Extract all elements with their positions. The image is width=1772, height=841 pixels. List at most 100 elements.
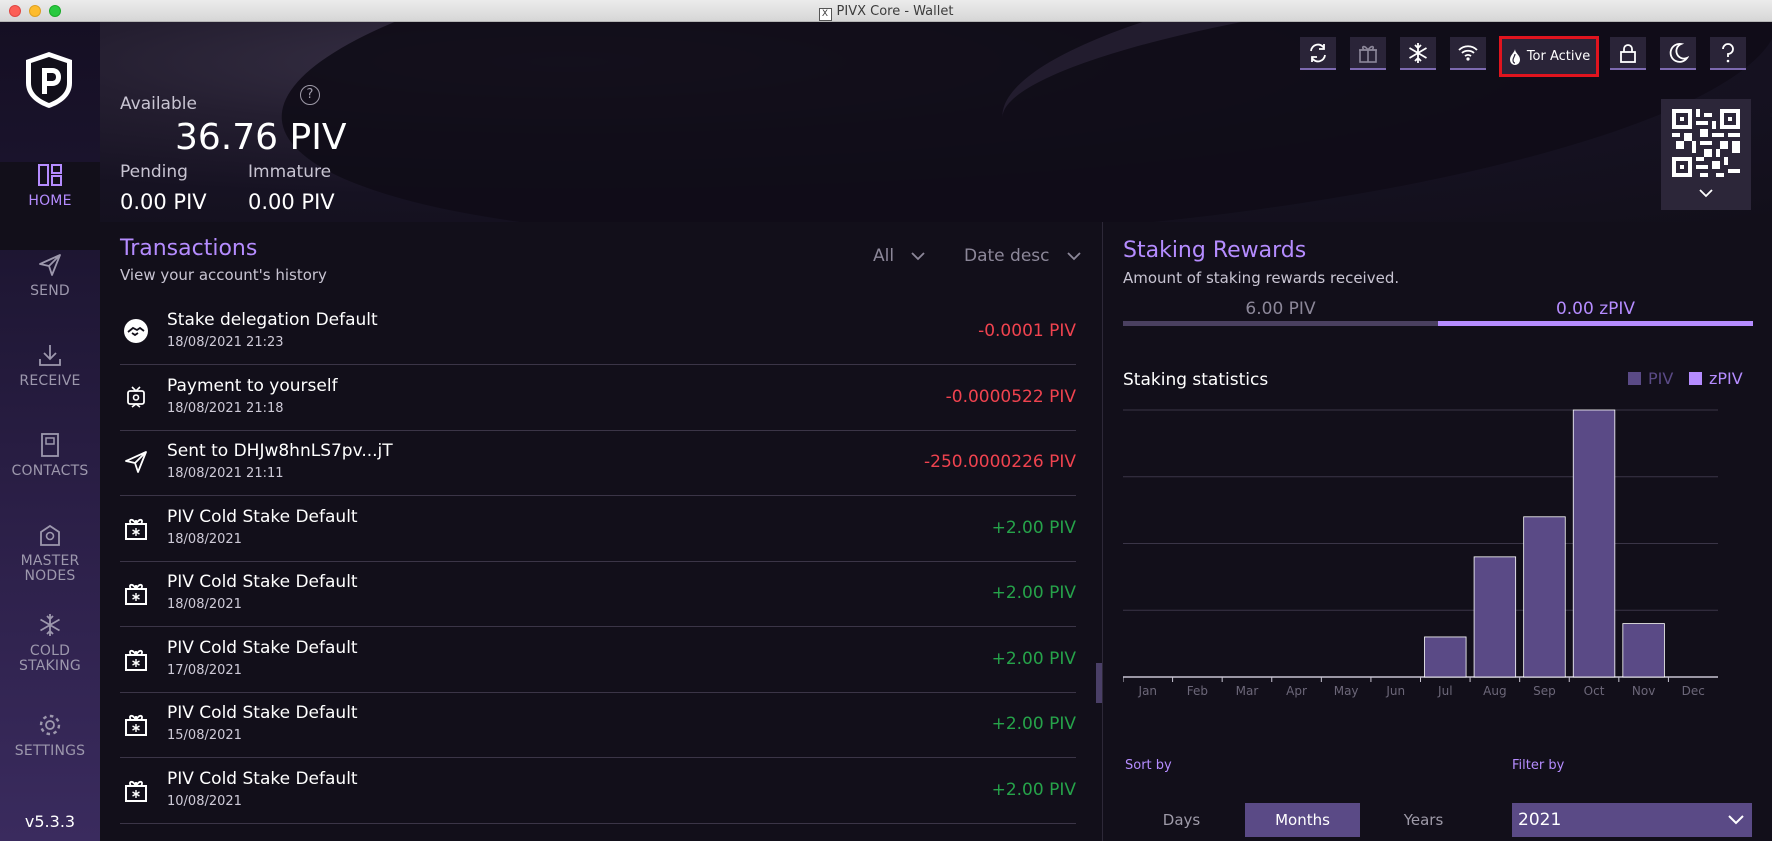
transaction-title: PIV Cold Stake Default (167, 506, 358, 527)
gift-icon (122, 514, 150, 542)
sidebar-item-cold-staking[interactable]: COLD STAKING (0, 612, 100, 700)
x-tick-label: Mar (1236, 684, 1259, 698)
transaction-row[interactable]: PIV Cold Stake Default 17/08/2021 +2.00 PI… (120, 628, 1076, 693)
x-tick-label: Aug (1483, 684, 1506, 698)
transactions-subtitle: View your account's history (120, 266, 327, 284)
masternode-icon (40, 524, 60, 546)
type-filter-value: All (873, 246, 895, 266)
transaction-date: 18/08/2021 (167, 597, 242, 612)
tab-piv-rewards[interactable]: 6.00 PIV (1123, 299, 1438, 319)
qr-code-icon (1672, 109, 1740, 177)
sidebar-label-send: SEND (30, 283, 70, 299)
staking-stats-title: Staking statistics (1123, 370, 1269, 390)
sidebar-item-receive[interactable]: RECEIVE (0, 342, 100, 430)
legend-piv-swatch (1628, 372, 1641, 385)
sidebar-item-contacts[interactable]: CONTACTS (0, 432, 100, 520)
sync-icon (1310, 43, 1326, 62)
sidebar-label-contacts: CONTACTS (11, 463, 89, 479)
sidebar-item-send[interactable]: SEND (0, 252, 100, 340)
gift-icon (122, 710, 150, 738)
x-tick-label: Dec (1682, 684, 1705, 698)
chevron-down-icon (1728, 815, 1744, 825)
sidebar-item-masternodes[interactable]: MASTER NODES (0, 522, 100, 610)
tor-status-button[interactable]: Tor Active (1499, 36, 1599, 77)
help-button[interactable] (1710, 37, 1746, 70)
transaction-amount: -250.0000226 PIV (924, 452, 1076, 472)
chart-bar-sep (1523, 516, 1566, 678)
sidebar-item-settings[interactable]: SETTINGS (0, 712, 100, 800)
year-filter-select[interactable]: 2021 (1512, 803, 1752, 837)
sidebar-label-home: HOME (28, 193, 72, 209)
sort-by-label: Sort by (1125, 758, 1172, 773)
sort-days-button[interactable]: Days (1123, 803, 1240, 837)
pivx-logo (26, 52, 72, 108)
transaction-row[interactable]: PIV Cold Stake Default 15/08/2021 +2.00 PI… (120, 693, 1076, 758)
sort-dropdown[interactable]: Date desc (964, 246, 1081, 266)
address-book-icon (41, 433, 59, 457)
x-tick-label: Apr (1286, 684, 1307, 698)
send-icon (39, 254, 61, 276)
gear-icon (39, 714, 61, 736)
tor-status-label: Tor Active (1526, 49, 1591, 64)
transaction-amount: -0.0001 PIV (978, 321, 1076, 341)
sort-years-button[interactable]: Years (1365, 803, 1482, 837)
theme-button[interactable] (1660, 37, 1696, 70)
transaction-title: Payment to yourself (167, 375, 338, 396)
x-tick-label: Jan (1138, 684, 1158, 698)
transaction-row[interactable]: Sent to DHJw8hnLS7pv...jT 18/08/2021 21:1… (120, 431, 1076, 496)
gift-icon (1359, 45, 1377, 63)
transactions-panel: Transactions View your account's history… (100, 222, 1102, 841)
transaction-date: 18/08/2021 21:11 (167, 466, 284, 481)
transaction-title: PIV Cold Stake Default (167, 637, 358, 658)
sort-months-button[interactable]: Months (1245, 803, 1360, 837)
x11-icon: X (818, 8, 832, 21)
transaction-date: 10/08/2021 (167, 793, 242, 809)
transaction-date: 17/08/2021 (167, 662, 242, 678)
sidebar-item-home[interactable]: HOME (0, 162, 100, 250)
transaction-title: Stake delegation Default (167, 310, 378, 330)
staking-chart: Jan Feb Mar Apr May Jun Jul Aug Sep Oct Nov Dec (1123, 409, 1718, 698)
help-icon (1722, 42, 1734, 62)
sync-button[interactable] (1300, 37, 1336, 70)
staking-panel: Staking Rewards Amount of staking reward… (1103, 222, 1772, 841)
gift-icon (122, 776, 150, 804)
transaction-row[interactable]: PIV Cold Stake Default 18/08/2021 +2.00 PI… (120, 562, 1076, 627)
help-circle-icon[interactable]: ? (300, 85, 320, 105)
filter-by-label: Filter by (1512, 758, 1565, 773)
lock-button[interactable] (1610, 37, 1646, 70)
chevron-down-icon (1699, 189, 1713, 198)
transaction-amount: -0.0000522 PIV (945, 386, 1076, 407)
transaction-row[interactable]: PIV Cold Stake Default 18/08/2021 +2.00 PI… (120, 497, 1076, 562)
transaction-title: PIV Cold Stake Default (167, 768, 358, 789)
pending-label: Pending (120, 162, 188, 182)
pending-balance: 0.00 PIV (120, 190, 207, 214)
window-title: PIVX Core - Wallet (836, 4, 954, 19)
year-filter-value: 2021 (1518, 810, 1562, 830)
transactions-scrollbar[interactable] (1096, 663, 1102, 703)
transaction-row[interactable]: Stake delegation Default 18/08/2021 21:23… (120, 300, 1076, 365)
snowflake-icon (1409, 42, 1427, 63)
transaction-amount: +2.00 PIV (991, 714, 1076, 734)
legend-zpiv-swatch (1689, 372, 1702, 385)
tor-onion-icon (1509, 48, 1520, 65)
gift-button[interactable] (1350, 37, 1386, 70)
snowflake-icon (40, 614, 60, 636)
transaction-row[interactable]: Payment to yourself 18/08/2021 21:18 -0.00… (120, 366, 1076, 431)
type-filter-dropdown[interactable]: All (873, 246, 926, 266)
gift-icon (122, 579, 150, 607)
cold-staking-button[interactable] (1400, 37, 1436, 70)
transaction-amount: +2.00 PIV (991, 779, 1076, 800)
network-button[interactable] (1450, 37, 1486, 70)
transaction-date: 15/08/2021 (167, 728, 242, 743)
wallet-app: HOME SEND RECEIVE CONTACTS MASTER NODES … (0, 22, 1772, 841)
tab-zpiv-rewards[interactable]: 0.00 zPIV (1438, 299, 1753, 319)
immature-balance: 0.00 PIV (248, 190, 335, 214)
chart-bar-oct (1572, 409, 1616, 678)
transaction-row[interactable]: PIV Cold Stake Default 10/08/2021 +2.00 PI… (120, 759, 1076, 824)
dashboard-icon (38, 164, 62, 186)
transaction-title: PIV Cold Stake Default (167, 572, 358, 592)
qr-code-button[interactable] (1661, 99, 1751, 210)
transfer-self-icon (122, 383, 150, 411)
x-tick-label: Jul (1437, 684, 1452, 698)
staking-title: Staking Rewards (1123, 238, 1307, 263)
